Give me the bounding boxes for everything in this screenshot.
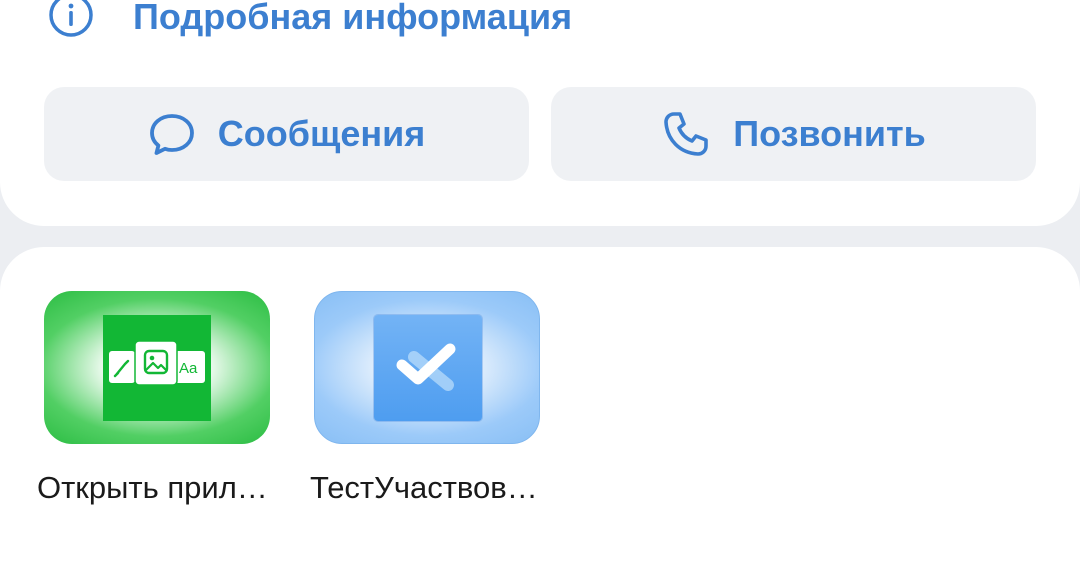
image-edit-app-icon: Aa [103, 315, 211, 421]
phone-icon [664, 112, 709, 156]
app-tile-open-app[interactable]: Aa [44, 291, 270, 444]
svg-text:Aa: Aa [179, 360, 198, 377]
app-label-test-participate: ТестУчаствов… [310, 470, 538, 505]
app-tile-test-participate[interactable] [314, 291, 540, 444]
info-icon[interactable] [48, 0, 94, 38]
app-label-open-app: Открыть прил… [37, 470, 268, 505]
call-button[interactable]: Позвонить [551, 87, 1036, 181]
message-bubble-icon [149, 114, 194, 155]
checkmark-app-icon [374, 315, 482, 421]
messages-button[interactable]: Сообщения [44, 87, 529, 181]
messages-button-label: Сообщения [217, 113, 426, 154]
details-link[interactable]: Подробная информация [133, 0, 572, 37]
call-button-label: Позвонить [733, 113, 926, 154]
